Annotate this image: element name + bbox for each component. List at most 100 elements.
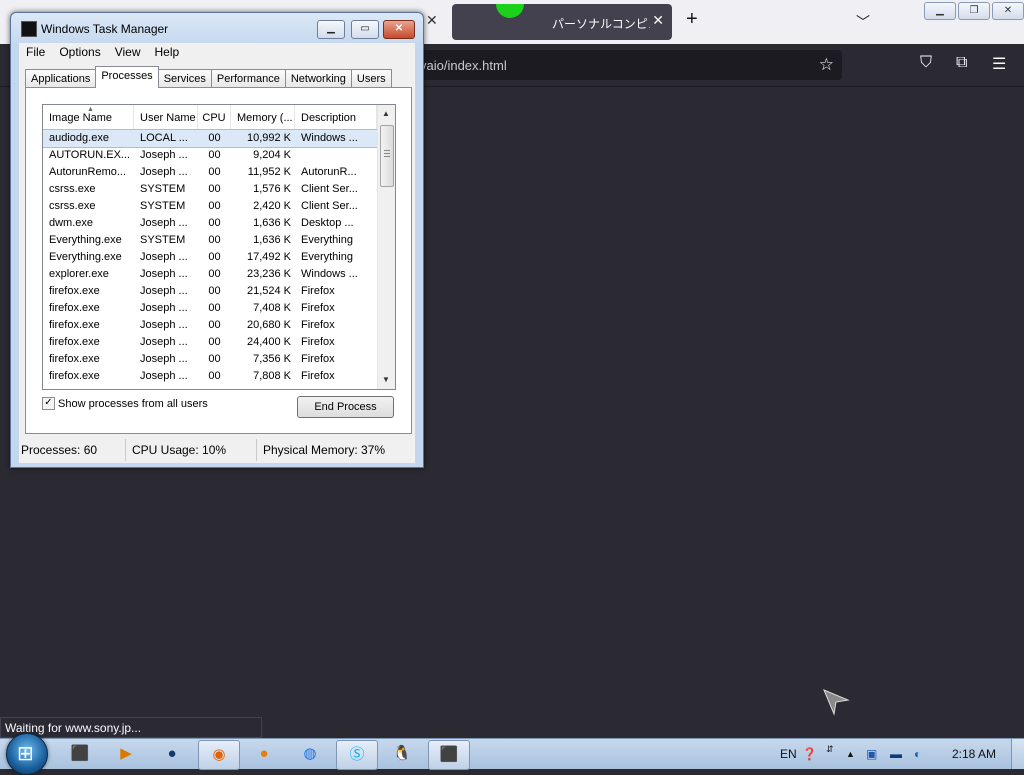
skype-icon[interactable]: Ⓢ <box>336 740 378 770</box>
process-list-scrollbar[interactable]: ▲ ▼ <box>377 105 395 389</box>
cell-user-name: SYSTEM <box>140 234 186 246</box>
menu-icon[interactable]: ☰ <box>992 54 1006 74</box>
table-row[interactable]: Everything.exe SYSTEM 00 1,636 K Everything <box>43 232 377 249</box>
scroll-up-icon[interactable]: ▲ <box>382 109 390 118</box>
column-cpu[interactable]: CPU <box>198 105 231 129</box>
blender-icon[interactable]: ● <box>244 740 284 768</box>
table-row[interactable]: Everything.exe Joseph ... 00 17,492 K Everyt… <box>43 249 377 266</box>
windows-taskbar: ⬛ ▶ ● ◉ ● ◍ Ⓢ 🐧 ⬛ EN ❓ ⇵ ▲ ▣ ▬ ◐ 2:18 AM <box>0 733 1024 775</box>
column-memory[interactable]: Memory (... <box>231 105 295 129</box>
column-label: Image Name <box>49 112 112 124</box>
menu-view[interactable]: View <box>108 43 148 61</box>
cell-memory: 7,356 K <box>253 353 291 365</box>
cell-memory: 1,636 K <box>253 217 291 229</box>
close-window-icon[interactable]: ✕ <box>992 2 1024 20</box>
task-manager-body: File Options View Help Applications Proc… <box>19 43 415 463</box>
minimize-button[interactable]: ▁ <box>317 20 345 39</box>
show-all-processes-label: Show processes from all users <box>58 397 208 410</box>
table-row[interactable]: firefox.exe Joseph ... 00 21,524 K Firefox <box>43 283 377 300</box>
help-icon[interactable]: ❓ <box>802 739 817 769</box>
column-image-name[interactable]: ▲ Image Name <box>43 105 134 129</box>
cell-description: Firefox <box>301 285 335 297</box>
monitor-icon[interactable]: ▬ <box>890 739 902 769</box>
cell-image-name: firefox.exe <box>49 285 100 297</box>
table-row[interactable]: csrss.exe SYSTEM 00 1,576 K Client Ser... <box>43 181 377 198</box>
system-clock[interactable]: 2:18 AM <box>952 739 996 769</box>
column-description[interactable]: Description <box>295 105 377 129</box>
close-tab-icon[interactable]: ✕ <box>426 12 438 29</box>
volume-icon[interactable]: ◐ <box>914 739 921 769</box>
extensions-icon[interactable]: ⧉ <box>956 54 967 72</box>
cell-cpu: 00 <box>208 268 221 280</box>
cell-cpu: 00 <box>208 132 221 144</box>
language-indicator[interactable]: EN <box>780 739 797 769</box>
table-row[interactable]: firefox.exe Joseph ... 00 7,408 K Firefox <box>43 300 377 317</box>
minimize-icon[interactable]: ▁ <box>924 2 956 20</box>
close-button[interactable]: ✕ <box>383 20 415 39</box>
restore-icon[interactable]: ❐ <box>958 2 990 20</box>
tab-networking[interactable]: Networking <box>284 69 352 88</box>
cell-cpu: 00 <box>208 200 221 212</box>
tab-applications[interactable]: Applications <box>25 69 97 88</box>
table-row[interactable]: audiodg.exe LOCAL ... 00 10,992 K Windows ..… <box>43 129 378 148</box>
cell-description <box>295 147 377 164</box>
browser-tab[interactable]: パーソナルコンピューター VAIO ✕ <box>452 4 672 40</box>
tux-icon[interactable]: 🐧 <box>382 740 422 768</box>
cell-user-name: Joseph ... <box>140 166 188 178</box>
globe-icon[interactable]: ● <box>152 740 192 768</box>
cell-description: Windows ... <box>301 268 358 280</box>
task-manager-titlebar[interactable]: Windows Task Manager ▁ ▭ ✕ <box>11 13 423 43</box>
new-tab-icon[interactable]: + <box>686 8 698 31</box>
media-icon[interactable]: ⬛ <box>60 740 100 768</box>
cell-image-name: firefox.exe <box>49 370 100 382</box>
tab-users[interactable]: Users <box>350 69 392 88</box>
end-process-button[interactable]: End Process <box>297 396 394 418</box>
cell-description: Firefox <box>301 302 335 314</box>
cell-memory: 17,492 K <box>246 251 291 263</box>
column-user-name[interactable]: User Name <box>134 105 198 129</box>
table-row[interactable]: csrss.exe SYSTEM 00 2,420 K Client Ser... <box>43 198 377 215</box>
cell-image-name: dwm.exe <box>49 217 94 229</box>
terminal-icon[interactable]: ⬛ <box>428 740 470 770</box>
table-row[interactable]: AUTORUN.EX... Joseph ... 00 9,204 K <box>43 147 377 164</box>
list-all-tabs-icon[interactable]: ﹀ <box>856 12 870 32</box>
table-row[interactable]: firefox.exe Joseph ... 00 7,808 K Firefox <box>43 368 377 385</box>
cell-image-name: Everything.exe <box>49 251 122 263</box>
cell-cpu: 00 <box>208 353 221 365</box>
cell-description: Firefox <box>301 336 335 348</box>
show-all-processes-checkbox[interactable]: ✓ Show processes from all users <box>42 397 208 410</box>
show-desktop-button[interactable] <box>1011 739 1024 769</box>
scrollbar-thumb[interactable] <box>380 125 394 187</box>
menu-help[interactable]: Help <box>148 43 187 61</box>
status-physical-memory: Physical Memory: 37% <box>263 443 386 457</box>
table-row[interactable]: firefox.exe Joseph ... 00 20,680 K Firefox <box>43 317 377 334</box>
close-tab-icon[interactable]: ✕ <box>652 12 664 29</box>
device-icon[interactable]: ▣ <box>866 739 877 769</box>
url-bar[interactable]: vaio/index.html ☆ <box>400 50 842 80</box>
cell-cpu: 00 <box>208 285 221 297</box>
table-row[interactable]: explorer.exe Joseph ... 00 23,236 K Windows … <box>43 266 377 283</box>
chrome-icon[interactable]: ◍ <box>290 740 330 768</box>
tab-services[interactable]: Services <box>157 69 212 88</box>
show-hidden-icons-icon[interactable]: ▲ <box>846 739 855 769</box>
scroll-down-icon[interactable]: ▼ <box>382 375 390 384</box>
network-icon[interactable]: ⇵ <box>826 739 834 769</box>
tab-processes[interactable]: Processes <box>95 66 159 88</box>
maximize-button[interactable]: ▭ <box>351 20 379 39</box>
menu-file[interactable]: File <box>19 43 52 61</box>
vlc-icon[interactable]: ▶ <box>106 740 146 768</box>
bookmark-star-icon[interactable]: ☆ <box>819 55 834 75</box>
menu-options[interactable]: Options <box>52 43 107 61</box>
cell-image-name: firefox.exe <box>49 319 100 331</box>
pocket-icon[interactable]: ⛉ <box>920 54 932 72</box>
table-row[interactable]: firefox.exe Joseph ... 00 24,400 K Firefox <box>43 334 377 351</box>
cell-user-name: SYSTEM <box>140 200 186 212</box>
firefox-icon[interactable]: ◉ <box>198 740 240 770</box>
checkmark-icon[interactable]: ✓ <box>42 397 55 410</box>
start-button[interactable] <box>6 733 48 775</box>
table-row[interactable]: AutorunRemo... Joseph ... 00 11,952 K Autoru… <box>43 164 377 181</box>
table-row[interactable]: firefox.exe Joseph ... 00 7,356 K Firefox <box>43 351 377 368</box>
tab-performance[interactable]: Performance <box>210 69 286 88</box>
table-row[interactable]: dwm.exe Joseph ... 00 1,636 K Desktop ... <box>43 215 377 232</box>
cell-description: Firefox <box>301 319 335 331</box>
